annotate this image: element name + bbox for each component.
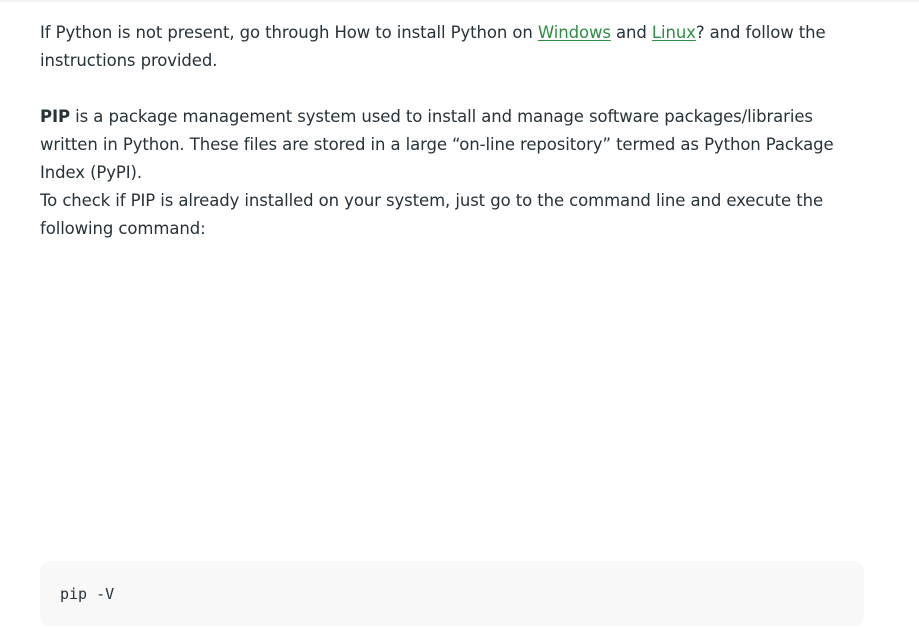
blank-ad-space [40, 224, 864, 544]
linux-link[interactable]: Linux [652, 23, 696, 42]
pip-definition-paragraph: PIP is a package management system used … [40, 103, 860, 187]
python-install-paragraph: If Python is not present, go through How… [40, 19, 860, 75]
pip-version-command[interactable]: pip -V [60, 585, 114, 603]
para1-text-before: If Python is not present, go through How… [40, 23, 538, 42]
pip-term: PIP [40, 107, 71, 126]
code-block[interactable]: pip -V [40, 561, 864, 626]
article-body: If Python is not present, go through How… [40, 19, 860, 243]
top-edge-shadow [0, 0, 919, 4]
windows-link[interactable]: Windows [538, 23, 611, 42]
pip-definition-text: is a package management system used to i… [40, 107, 834, 182]
para1-text-middle: and [610, 23, 652, 42]
